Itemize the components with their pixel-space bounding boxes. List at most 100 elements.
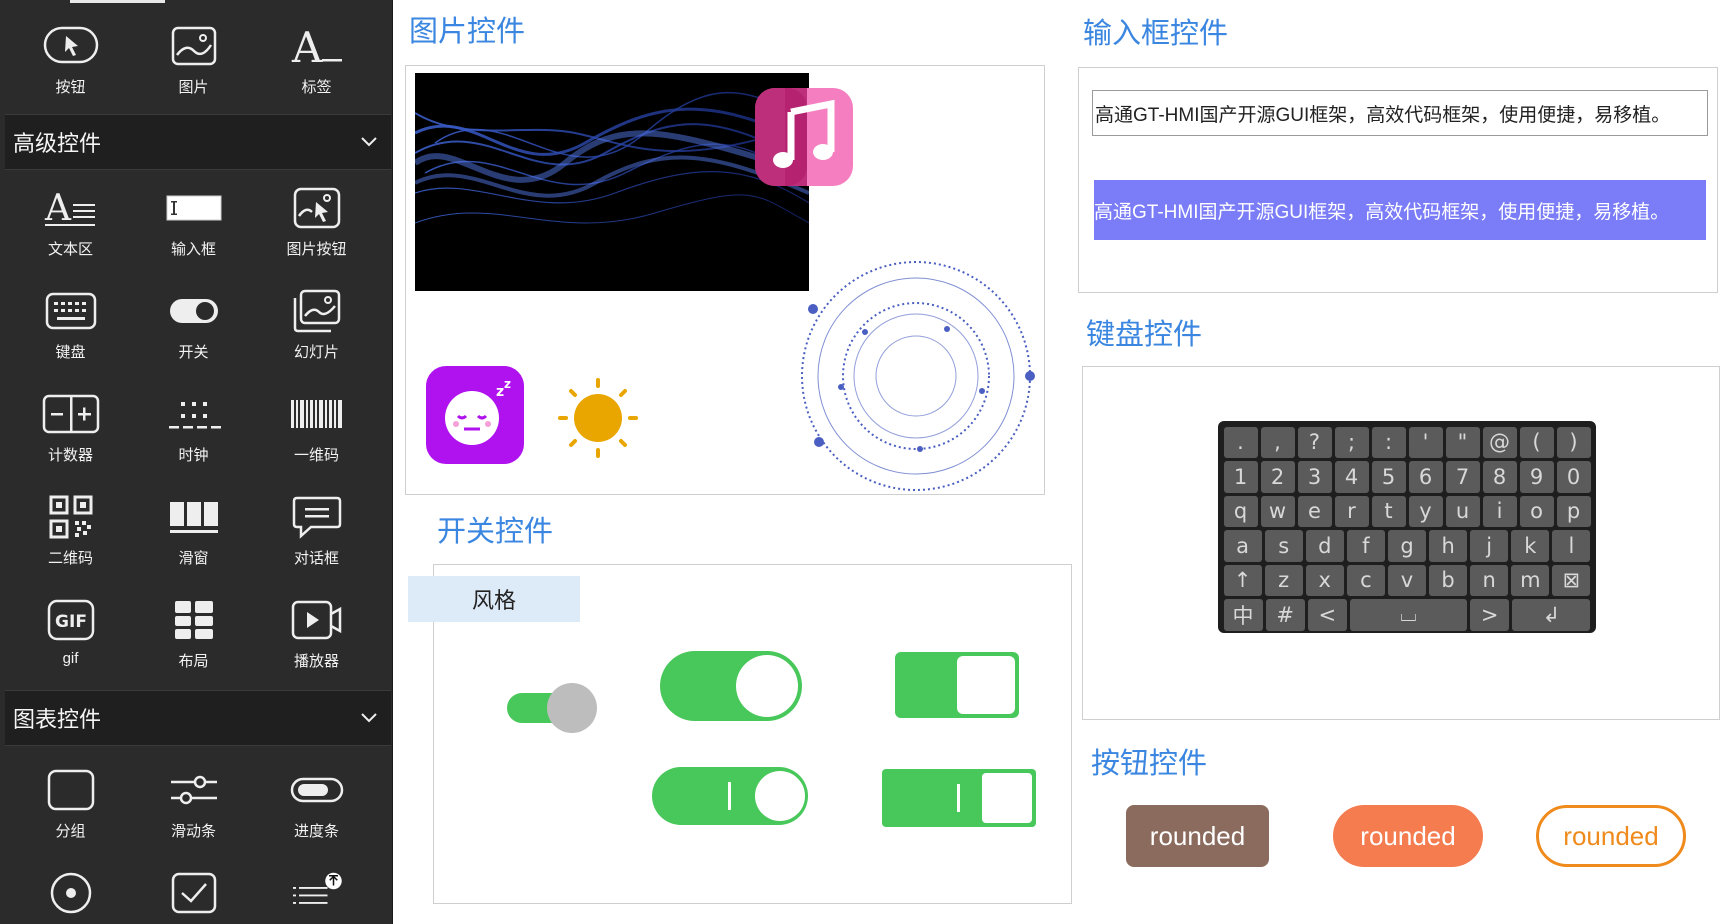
widget-player[interactable]: 播放器 <box>255 574 378 677</box>
keyboard-key[interactable]: x <box>1305 564 1344 596</box>
sleep-app-icon[interactable]: z z <box>426 366 524 464</box>
keyboard-key[interactable]: . <box>1223 426 1258 458</box>
keyboard-key[interactable]: a <box>1223 530 1262 562</box>
widget-slideshow[interactable]: 幻灯片 <box>255 265 378 368</box>
keyboard-key[interactable]: o <box>1519 495 1554 527</box>
widget-keyboard[interactable]: 键盘 <box>9 265 132 368</box>
widget-layout[interactable]: 布局 <box>132 574 255 677</box>
keyboard-key[interactable]: p <box>1556 495 1591 527</box>
rounded-button-brown[interactable]: rounded <box>1126 805 1269 867</box>
keyboard-key[interactable]: d <box>1305 530 1344 562</box>
widget-gif[interactable]: GIF gif <box>9 574 132 677</box>
keyboard-key[interactable]: 8 <box>1482 461 1517 493</box>
keyboard-key[interactable]: v <box>1387 564 1427 596</box>
keyboard-key[interactable]: k <box>1511 530 1550 562</box>
keyboard-key[interactable]: ↲ <box>1512 599 1591 631</box>
keyboard-key[interactable]: y <box>1408 495 1443 527</box>
toggle-switch-round[interactable] <box>658 649 804 723</box>
keyboard-key[interactable]: ⌴ <box>1349 599 1468 631</box>
keyboard-key[interactable]: g <box>1387 530 1427 562</box>
keyboard-key[interactable]: n <box>1470 564 1509 596</box>
keyboard-key[interactable]: z <box>1264 564 1303 596</box>
keyboard-key[interactable]: ; <box>1334 426 1369 458</box>
widget-clock[interactable]: 时钟 <box>132 368 255 471</box>
text-area-icon: A <box>41 180 101 236</box>
keyboard-key[interactable]: ↑ <box>1223 564 1262 596</box>
keyboard-key[interactable]: 2 <box>1260 461 1295 493</box>
chart-widgets-header[interactable]: 图表控件 <box>5 690 391 746</box>
keyboard-key[interactable]: 7 <box>1445 461 1480 493</box>
keyboard-key[interactable]: t <box>1371 495 1406 527</box>
widget-text-area[interactable]: A 文本区 <box>9 162 132 265</box>
widget-input-box[interactable]: 输入框 <box>132 162 255 265</box>
widget-counter[interactable]: 计数器 <box>9 368 132 471</box>
keyboard-key[interactable]: 3 <box>1297 461 1332 493</box>
keyboard-key[interactable]: < <box>1307 599 1347 631</box>
keyboard-key[interactable]: @ <box>1482 426 1517 458</box>
keyboard-key[interactable]: l <box>1552 530 1591 562</box>
sliding-window-icon <box>164 489 224 545</box>
advanced-widgets-title: 高级控件 <box>13 131 102 156</box>
widget-radio[interactable] <box>9 847 132 924</box>
text-input-normal[interactable]: 高通GT-HMI国产开源GUI框架，高效代码框架，使用便捷，易移植。 <box>1092 90 1708 136</box>
keyboard-key[interactable]: i <box>1482 495 1517 527</box>
keyboard-key[interactable]: ? <box>1297 426 1332 458</box>
keyboard-key[interactable]: > <box>1470 599 1510 631</box>
widget-image[interactable]: 图片 <box>132 0 255 103</box>
widget-checkbox[interactable] <box>132 847 255 924</box>
widget-group[interactable]: 分组 <box>9 744 132 847</box>
keyboard-key[interactable]: : <box>1371 426 1406 458</box>
widget-list[interactable] <box>255 847 378 924</box>
smoke-background-image[interactable] <box>415 73 809 291</box>
keyboard-key[interactable]: ' <box>1408 426 1443 458</box>
dialog-icon <box>287 489 347 545</box>
widget-sliding-window[interactable]: 滑窗 <box>132 471 255 574</box>
widget-barcode[interactable]: 一维码 <box>255 368 378 471</box>
style-tab[interactable]: 风格 <box>408 576 580 622</box>
text-input-selected[interactable]: 高通GT-HMI国产开源GUI框架，高效代码框架，使用便捷，易移植。 <box>1094 180 1706 240</box>
keyboard-key[interactable]: 4 <box>1334 461 1369 493</box>
keyboard-key[interactable]: # <box>1265 599 1305 631</box>
music-app-icon[interactable] <box>755 88 853 186</box>
widget-switch[interactable]: 开关 <box>132 265 255 368</box>
keyboard-key[interactable]: c <box>1346 564 1385 596</box>
keyboard-key[interactable]: r <box>1334 495 1369 527</box>
widget-progress-bar[interactable]: 进度条 <box>255 744 378 847</box>
toggle-switch-small[interactable] <box>505 681 600 735</box>
widget-qrcode[interactable]: 二维码 <box>9 471 132 574</box>
keyboard-key[interactable]: 中 <box>1223 599 1263 631</box>
rotating-rings-image[interactable] <box>796 256 1036 496</box>
keyboard-key[interactable]: q <box>1223 495 1258 527</box>
keyboard-key[interactable]: 6 <box>1408 461 1443 493</box>
toggle-switch-square[interactable] <box>894 651 1020 719</box>
keyboard-key[interactable]: b <box>1429 564 1468 596</box>
keyboard-key[interactable]: ⊠ <box>1552 564 1591 596</box>
keyboard-key[interactable]: 1 <box>1223 461 1258 493</box>
rounded-button-orange[interactable]: rounded <box>1333 805 1483 867</box>
widget-dialog[interactable]: 对话框 <box>255 471 378 574</box>
rounded-button-outline[interactable]: rounded <box>1536 805 1686 867</box>
keyboard-key[interactable]: f <box>1346 530 1385 562</box>
sun-icon[interactable] <box>554 374 642 462</box>
toggle-switch-round-marked[interactable] <box>650 765 810 827</box>
keyboard-key[interactable]: s <box>1264 530 1303 562</box>
widget-image-button[interactable]: 图片按钮 <box>255 162 378 265</box>
keyboard-key[interactable]: , <box>1260 426 1295 458</box>
widget-label[interactable]: A 标签 <box>255 0 378 103</box>
keyboard-key[interactable]: " <box>1445 426 1480 458</box>
list-icon <box>287 865 347 921</box>
keyboard-key[interactable]: j <box>1470 530 1509 562</box>
keyboard-key[interactable]: u <box>1445 495 1480 527</box>
keyboard-key[interactable]: ) <box>1556 426 1591 458</box>
widget-slider[interactable]: 滑动条 <box>132 744 255 847</box>
keyboard-key[interactable]: w <box>1260 495 1295 527</box>
keyboard-key[interactable]: m <box>1511 564 1550 596</box>
keyboard-key[interactable]: 9 <box>1519 461 1554 493</box>
keyboard-key[interactable]: 0 <box>1556 461 1591 493</box>
widget-button[interactable]: 按钮 <box>9 0 132 103</box>
keyboard-key[interactable]: ( <box>1519 426 1554 458</box>
keyboard-key[interactable]: 5 <box>1371 461 1406 493</box>
keyboard-key[interactable]: e <box>1297 495 1332 527</box>
keyboard-key[interactable]: h <box>1429 530 1468 562</box>
toggle-switch-square-marked[interactable] <box>881 768 1037 828</box>
